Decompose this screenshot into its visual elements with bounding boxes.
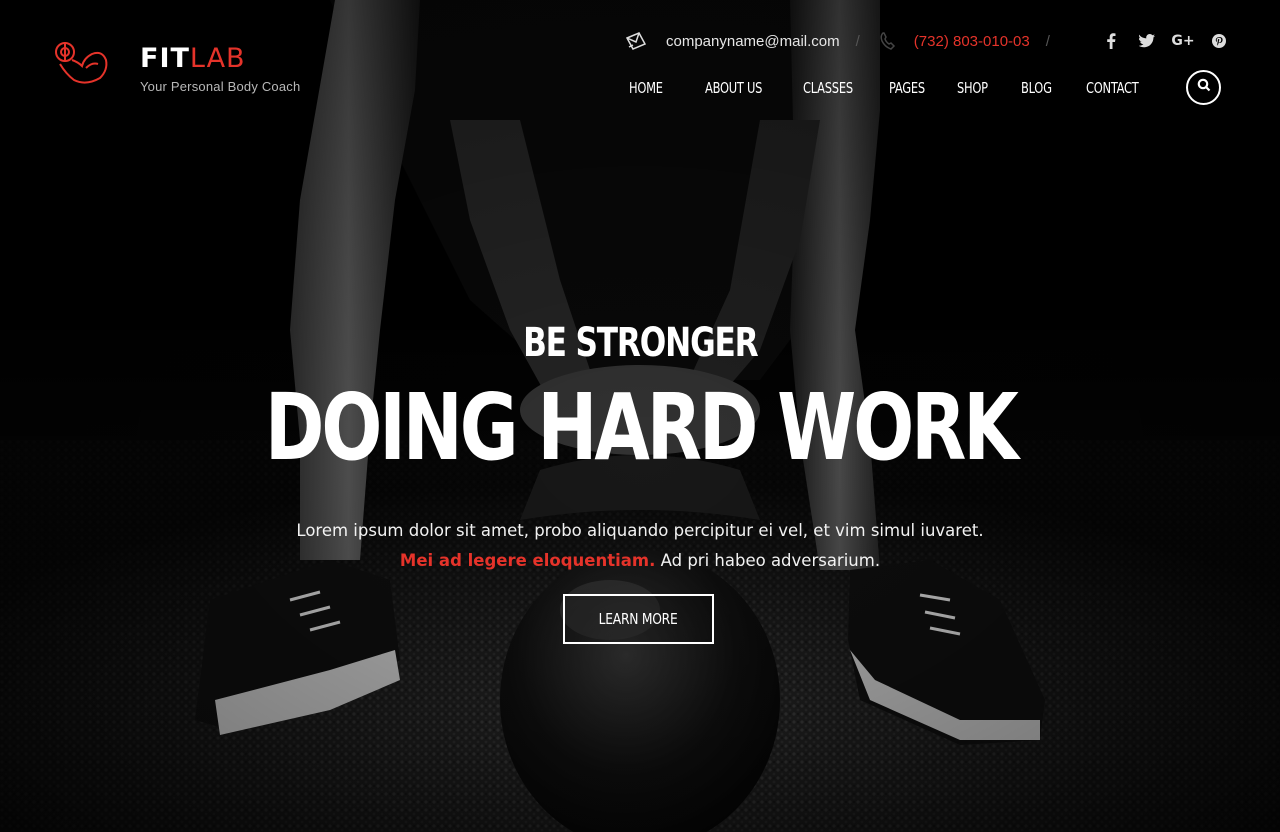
search-button[interactable] [1186,70,1221,105]
hero-description-accent: Mei ad legere eloquentiam. [399,551,656,570]
social-links: G+ [1100,30,1244,52]
brand-name-lab: LAB [189,43,246,74]
brand-tagline: Your Personal Body Coach [140,79,301,94]
nav-item-shop[interactable]: SHOP [957,79,988,97]
google-plus-icon[interactable]: G+ [1171,30,1194,52]
contact-bar: companyname@mail.com / (732) 803-010-03 … [624,30,1066,52]
hero-description-rest: Ad pri habeo adversarium. [655,551,881,570]
separator: / [855,32,860,50]
brand-logo[interactable]: FITLAB Your Personal Body Coach [52,40,300,94]
learn-more-label: LEARN MORE [599,610,678,628]
phone-icon [876,31,900,51]
hero-description: Lorem ipsum dolor sit amet, probo aliqua… [0,516,1280,576]
learn-more-button[interactable]: LEARN MORE [563,594,714,644]
brand-name-fit: FIT [140,43,190,74]
contact-email[interactable]: companyname@mail.com [666,33,840,50]
flexed-arm-dumbbell-icon [52,40,112,92]
nav-item-blog[interactable]: BLOG [1021,79,1052,97]
separator: / [1045,32,1050,50]
nav-item-contact[interactable]: CONTACT [1086,79,1139,97]
nav-item-about-us[interactable]: ABOUT US [705,79,762,97]
nav-item-home[interactable]: HOME [629,79,663,97]
hero-kicker: BE STRONGER [0,318,1280,368]
hero-headline-text: DOING HARD WORK [264,374,1019,481]
nav-item-classes[interactable]: CLASSES [803,79,853,97]
facebook-icon[interactable] [1100,30,1122,52]
brand-name: FITLAB [140,42,300,76]
envelope-icon [624,31,648,51]
main-navigation: HOME ABOUT US CLASSES PAGES SHOP BLOG CO… [629,77,1148,99]
contact-phone[interactable]: (732) 803-010-03 [914,33,1030,50]
search-icon [1197,78,1211,97]
twitter-icon[interactable] [1136,30,1158,52]
hero-description-line1: Lorem ipsum dolor sit amet, probo aliqua… [296,521,984,540]
pinterest-icon[interactable] [1208,30,1230,52]
hero-headline: DOING HARD WORK [0,378,1280,478]
nav-item-pages[interactable]: PAGES [889,79,925,97]
hero-description-line2: Mei ad legere eloquentiam. Ad pri habeo … [0,546,1280,576]
hero-kicker-text: BE STRONGER [522,320,759,366]
